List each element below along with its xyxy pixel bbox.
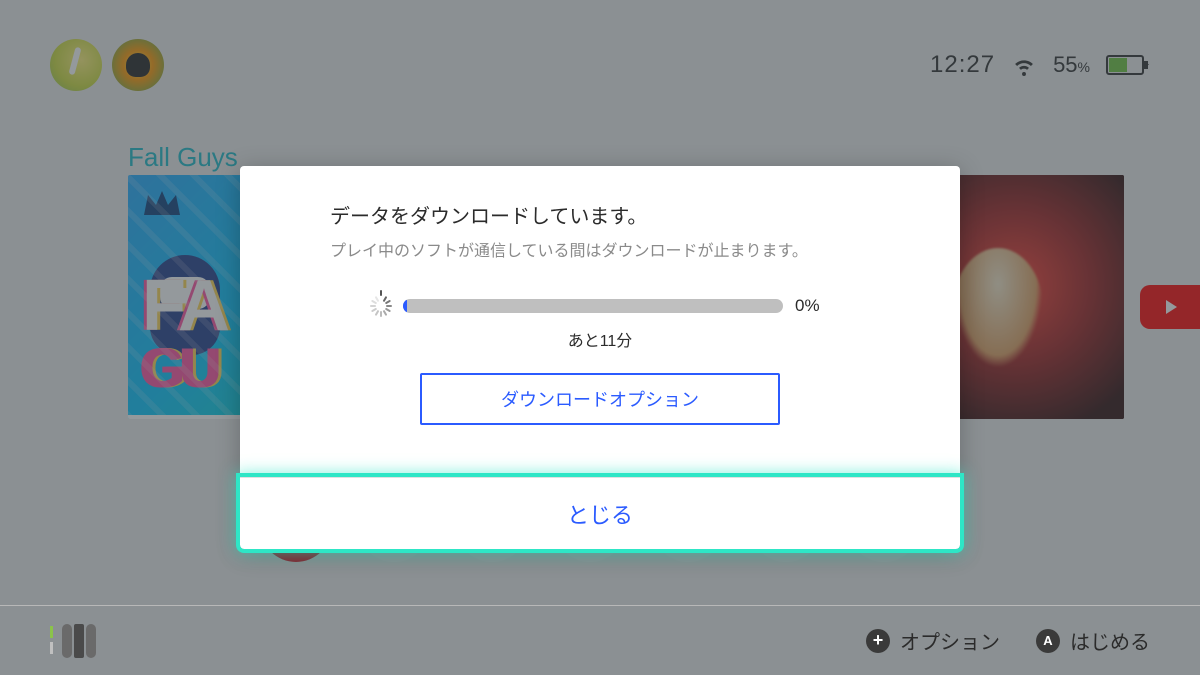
- progress-percent: 0%: [795, 296, 831, 316]
- dialog-subtitle: プレイ中のソフトが通信している間はダウンロードが止まります。: [330, 237, 870, 261]
- close-button[interactable]: とじる: [240, 477, 960, 549]
- download-dialog: データをダウンロードしています。 プレイ中のソフトが通信している間はダウンロード…: [240, 166, 960, 549]
- progress-bar: [403, 299, 783, 313]
- spinner-icon: [369, 295, 391, 317]
- controller-icon[interactable]: [50, 624, 98, 658]
- bottom-bar: + オプション A はじめる: [0, 605, 1200, 675]
- download-options-button[interactable]: ダウンロードオプション: [420, 373, 780, 425]
- hint-start: A はじめる: [1036, 626, 1150, 655]
- a-button-icon: A: [1036, 629, 1060, 653]
- hint-start-label: はじめる: [1070, 626, 1150, 655]
- hint-options: + オプション: [866, 626, 1000, 655]
- hint-options-label: オプション: [900, 626, 1000, 655]
- plus-button-icon: +: [866, 629, 890, 653]
- progress-row: 0%: [330, 295, 870, 317]
- eta-label: あと11分: [330, 327, 870, 351]
- dialog-title: データをダウンロードしています。: [330, 200, 870, 229]
